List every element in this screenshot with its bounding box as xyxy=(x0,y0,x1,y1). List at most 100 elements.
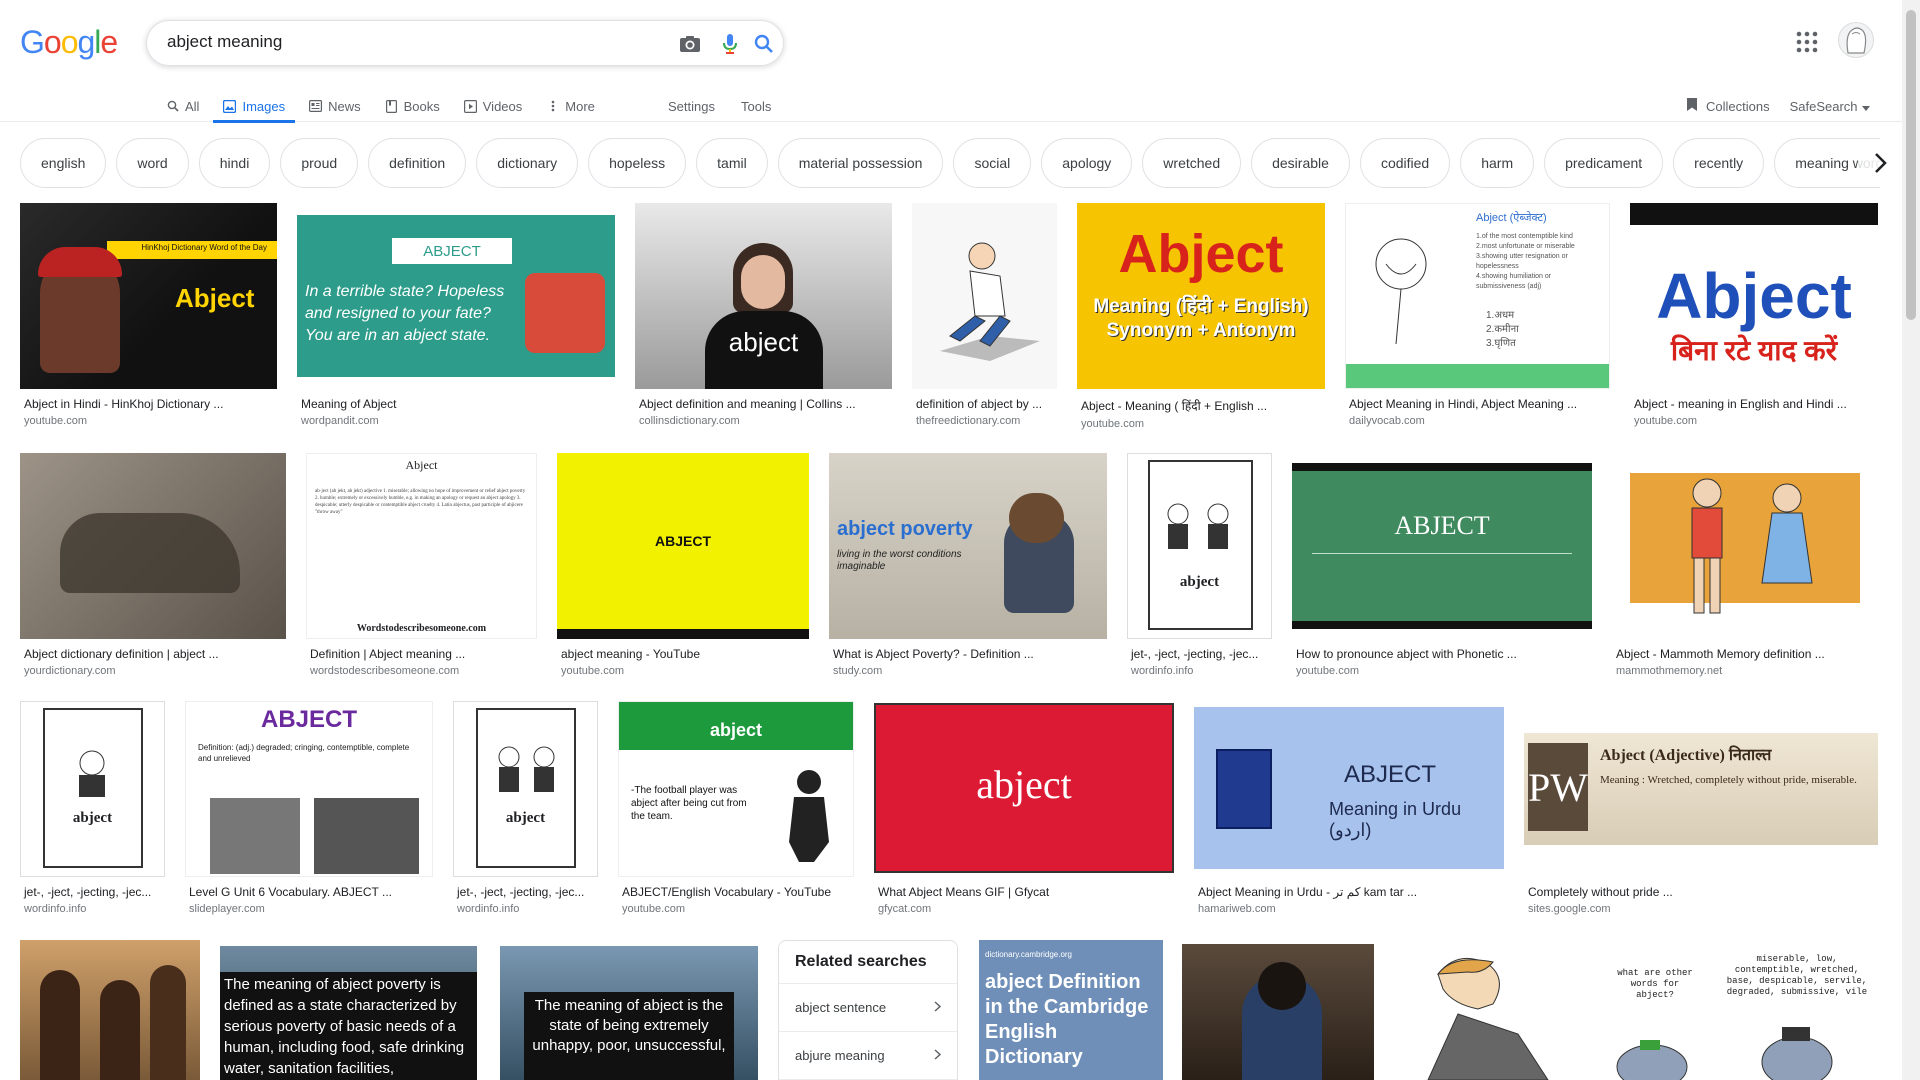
image-result[interactable]: Abject बिना रटे याद करें Abject - meanin… xyxy=(1630,203,1878,427)
google-logo[interactable]: Google xyxy=(20,24,118,61)
chip[interactable]: wretched xyxy=(1142,138,1242,188)
chip[interactable]: hopeless xyxy=(588,138,687,188)
image-result[interactable]: Abject (ऐब्जेक्ट) 1.of the most contempt… xyxy=(1345,203,1610,427)
result-title: Abject dictionary definition | abject ..… xyxy=(24,647,219,661)
tab-all[interactable]: All xyxy=(166,90,199,122)
chip[interactable]: codified xyxy=(1359,138,1451,188)
image-result[interactable] xyxy=(1394,944,1572,1080)
result-title: Meaning of Abject xyxy=(301,397,397,411)
search-tabs: All Images News Books Videos More xyxy=(166,90,619,123)
image-result[interactable]: what are other words for abject? miserab… xyxy=(1592,940,1878,1080)
image-result[interactable]: abject What Abject Means GIF | Gfycat gf… xyxy=(874,701,1174,915)
image-result[interactable]: PW Abject (Adjective) निताल्त Meaning : … xyxy=(1524,701,1878,915)
image-result[interactable] xyxy=(1182,944,1374,1080)
collections-button[interactable]: Collections xyxy=(1686,97,1770,115)
image-result[interactable]: abject jet-, -ject, -jecting, -jec... wo… xyxy=(1127,453,1272,677)
thumbnail-text: ABJECT xyxy=(260,706,357,733)
chip[interactable]: recently xyxy=(1673,138,1765,188)
chip[interactable]: tamil xyxy=(696,138,768,188)
image-result[interactable]: abject -The football player was abject a… xyxy=(618,701,854,915)
tools-link[interactable]: Tools xyxy=(741,99,771,114)
related-chips: english word hindi proud definition dict… xyxy=(20,138,1880,188)
tab-images[interactable]: Images xyxy=(213,90,295,123)
result-title: Level G Unit 6 Vocabulary. ABJECT ... xyxy=(189,885,392,899)
result-title: jet-, -ject, -jecting, -jec... xyxy=(457,885,585,899)
result-title: Completely without pride ... xyxy=(1528,885,1673,899)
image-result[interactable]: HinKhoj Dictionary Word of the Day Abjec… xyxy=(20,203,277,427)
settings-link[interactable]: Settings xyxy=(668,99,715,114)
chip[interactable]: harm xyxy=(1460,138,1535,188)
image-result[interactable]: ABJECT Definition: (adj.) degraded; crin… xyxy=(185,701,433,915)
result-thumbnail: ABJECT In a terrible state? Hopeless and… xyxy=(297,203,615,389)
image-result[interactable]: dictionary.cambridge.org abject Definiti… xyxy=(979,940,1163,1080)
thumbnail-text: living in the worst conditions imaginabl… xyxy=(837,549,962,572)
result-source: wordpandit.com xyxy=(301,415,379,427)
search-input[interactable] xyxy=(167,32,647,52)
result-title: What is Abject Poverty? - Definition ... xyxy=(833,647,1034,661)
result-source: slideplayer.com xyxy=(189,903,265,915)
related-search-item[interactable]: abjure meaning xyxy=(779,1032,957,1080)
result-thumbnail: PW Abject (Adjective) निताल्त Meaning : … xyxy=(1524,701,1878,877)
image-result[interactable]: ABJECT In a terrible state? Hopeless and… xyxy=(297,203,615,427)
camera-icon[interactable] xyxy=(677,31,703,57)
avatar[interactable] xyxy=(1838,22,1874,58)
logo-letter: o xyxy=(60,24,79,60)
result-source: thefreedictionary.com xyxy=(916,415,1021,427)
image-result[interactable]: definition of abject by ... thefreedicti… xyxy=(912,203,1057,427)
result-source: gfycat.com xyxy=(878,903,932,915)
tab-more[interactable]: More xyxy=(546,90,595,122)
bookmark-icon xyxy=(1686,97,1698,115)
result-thumbnail: ABJECT xyxy=(557,453,809,639)
image-result[interactable]: abject poverty living in the worst condi… xyxy=(829,453,1107,677)
result-title: jet-, -ject, -jecting, -jec... xyxy=(24,885,152,899)
microphone-icon[interactable] xyxy=(717,31,743,57)
result-thumbnail xyxy=(20,453,286,639)
image-result[interactable]: The meaning of abject is the state of be… xyxy=(500,946,758,1080)
chevron-right-icon[interactable] xyxy=(1858,140,1904,186)
image-result[interactable]: The meaning of abject poverty is defined… xyxy=(220,946,477,1080)
chip[interactable]: desirable xyxy=(1251,138,1350,188)
image-result[interactable]: Abject - Mammoth Memory definition ... m… xyxy=(1612,453,1878,677)
chip[interactable]: material possession xyxy=(777,138,944,188)
result-thumbnail xyxy=(20,940,200,1080)
image-result[interactable]: ABJECT How to pronounce abject with Phon… xyxy=(1292,453,1592,677)
search-icon[interactable] xyxy=(751,31,777,57)
chip[interactable]: definition xyxy=(368,138,467,188)
chip[interactable]: apology xyxy=(1041,138,1133,188)
chip[interactable]: hindi xyxy=(198,138,271,188)
image-result[interactable]: ABJECT abject meaning - YouTube youtube.… xyxy=(557,453,809,677)
image-result[interactable]: abject jet-, -ject, -jecting, -jec... wo… xyxy=(453,701,598,915)
chip[interactable]: dictionary xyxy=(476,138,579,188)
image-result[interactable]: abject jet-, -ject, -jecting, -jec... wo… xyxy=(20,701,165,915)
tab-news[interactable]: News xyxy=(309,90,361,122)
chip[interactable]: english xyxy=(20,138,107,188)
image-result[interactable]: Abject Meaning (हिंदी + English) Synonym… xyxy=(1077,203,1325,430)
result-title: Abject Meaning in Urdu - کم تر kam tar .… xyxy=(1198,885,1418,899)
tools-bar: Settings Tools xyxy=(668,90,771,122)
thumbnail-text: abject xyxy=(709,720,763,740)
related-search-item[interactable]: abject sentence xyxy=(779,984,957,1032)
result-thumbnail: The meaning of abject poverty is defined… xyxy=(220,946,477,1080)
apps-grid-icon[interactable] xyxy=(1795,30,1819,54)
chip[interactable]: word xyxy=(116,138,189,188)
image-result[interactable]: Abject ab·ject (ab jekt, ab jekt) adject… xyxy=(306,453,537,677)
book-icon xyxy=(385,99,398,113)
tab-label: Images xyxy=(242,98,286,114)
image-result[interactable] xyxy=(20,940,200,1080)
thumbnail-text: miserable, low, contemptible, wretched, … xyxy=(1726,954,1868,997)
chip[interactable]: proud xyxy=(280,138,359,188)
thumbnail-text: The meaning of abject is the state of be… xyxy=(532,997,726,1054)
result-title: abject meaning - YouTube xyxy=(561,647,700,661)
chip[interactable]: social xyxy=(953,138,1032,188)
result-title: ABJECT/English Vocabulary - YouTube xyxy=(622,885,832,899)
search-box xyxy=(146,20,784,66)
safesearch-button[interactable]: SafeSearch xyxy=(1790,99,1870,114)
image-result[interactable]: ABJECT Meaning in Urdu (اردو) Abject Mea… xyxy=(1194,701,1504,915)
image-result[interactable]: abject Abject definition and meaning | C… xyxy=(635,203,892,427)
result-thumbnail: The meaning of abject is the state of be… xyxy=(500,946,758,1080)
scrollbar-thumb[interactable] xyxy=(1906,10,1916,320)
tab-books[interactable]: Books xyxy=(385,90,440,122)
image-result[interactable]: Abject dictionary definition | abject ..… xyxy=(20,453,286,677)
chip[interactable]: predicament xyxy=(1544,138,1664,188)
tab-videos[interactable]: Videos xyxy=(463,90,522,122)
